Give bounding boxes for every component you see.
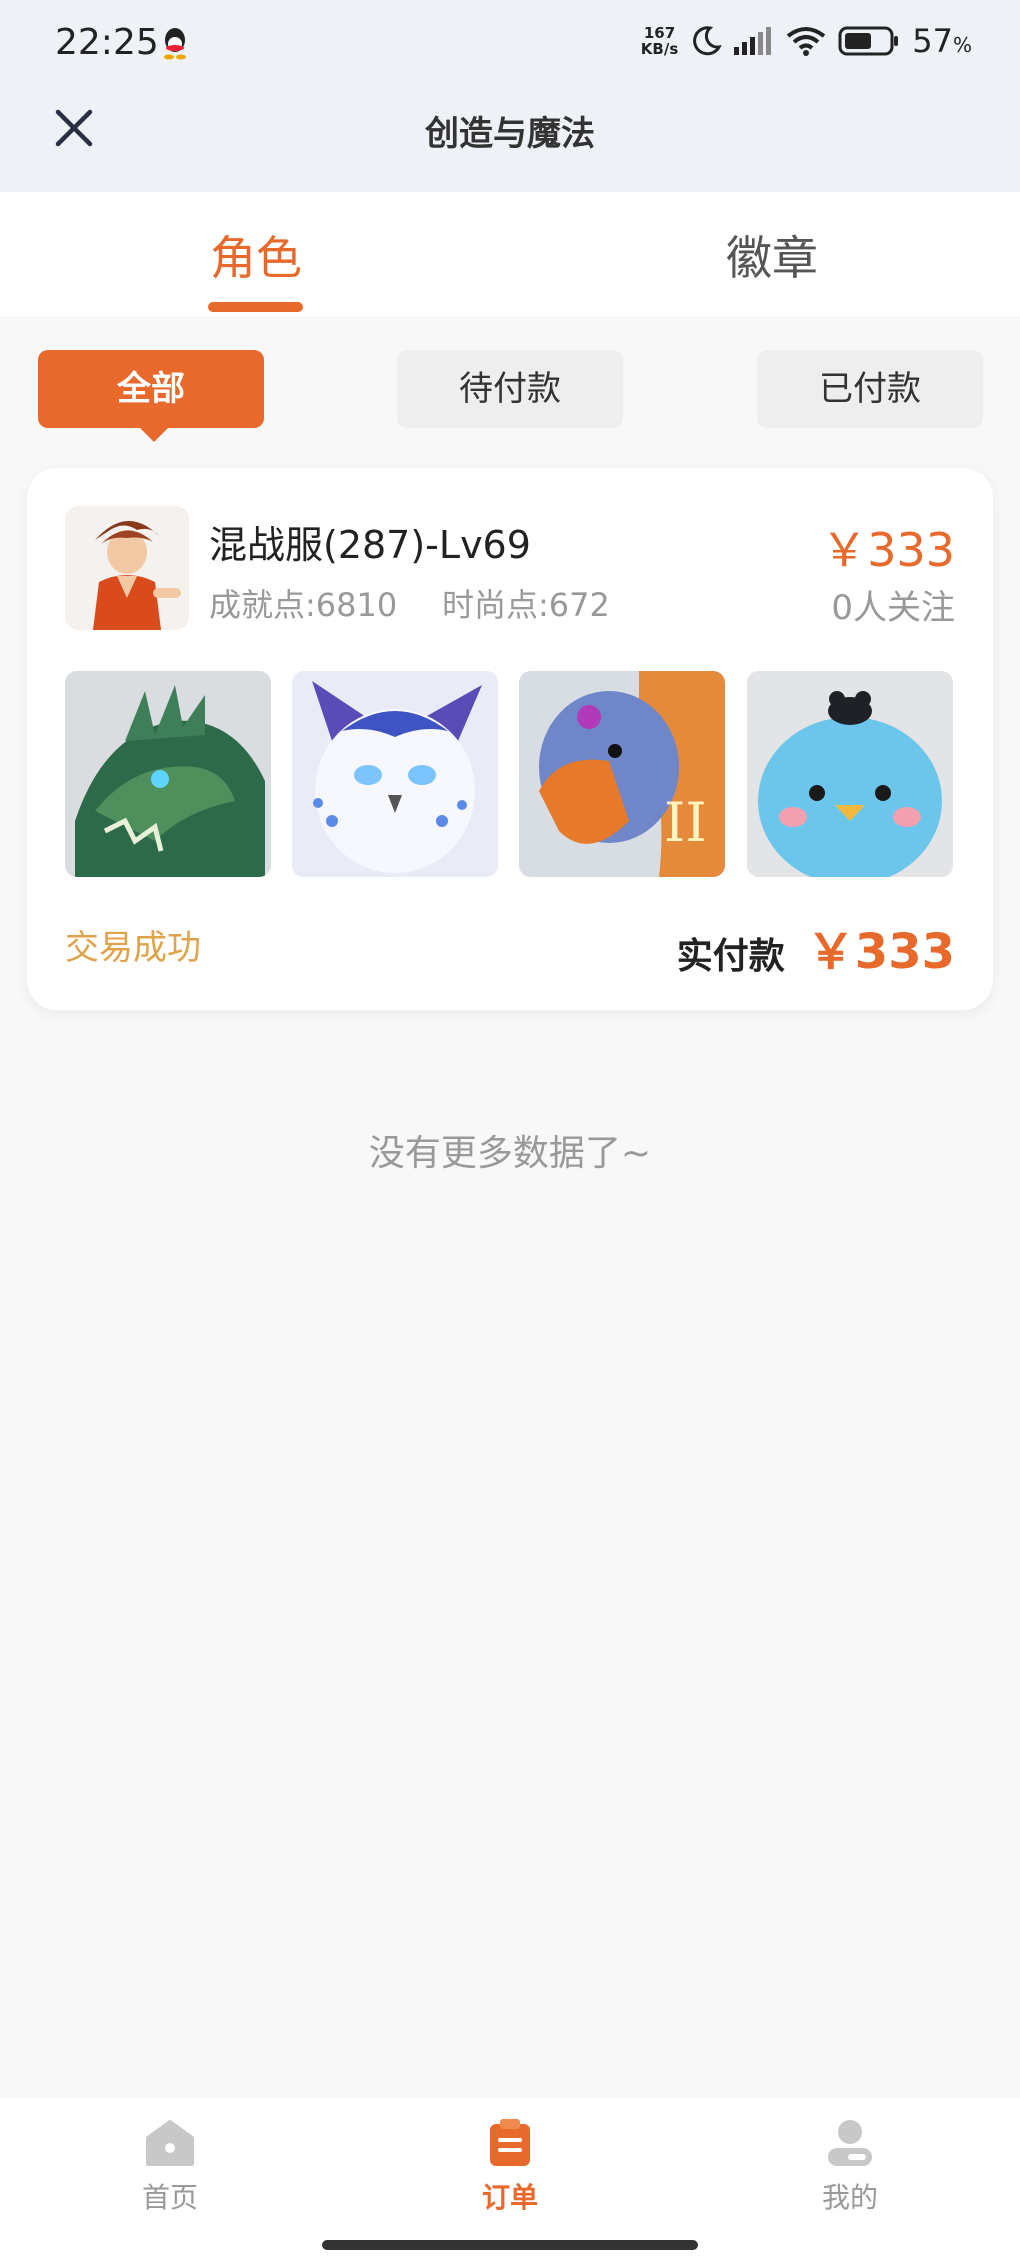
home-indicator bbox=[322, 2240, 698, 2250]
battery-percent: 57% bbox=[912, 22, 972, 60]
nav-orders[interactable]: 订单 bbox=[450, 2118, 570, 2216]
nav-mine[interactable]: 我的 bbox=[790, 2118, 910, 2216]
order-card[interactable]: 混战服(287)-Lv69 成就点:6810 时尚点:672 ￥333 0人关注 bbox=[27, 468, 993, 1010]
paid-label: 实付款 bbox=[676, 936, 785, 977]
moon-icon bbox=[693, 26, 723, 56]
pet-owl-image[interactable] bbox=[292, 671, 498, 877]
paid-summary: 实付款 ￥333 bbox=[677, 912, 955, 982]
pet-eagle-image[interactable]: II bbox=[519, 671, 725, 877]
battery-icon bbox=[838, 26, 899, 56]
filter-paid-button[interactable]: 已付款 bbox=[757, 350, 983, 428]
header: 22:25 167 KB/s 57% 创造与魔法 bbox=[0, 0, 1020, 192]
status-time: 22:25 bbox=[55, 22, 159, 63]
svg-text:II: II bbox=[664, 791, 707, 854]
paid-amount: ￥333 bbox=[806, 924, 955, 980]
filter-pending-button[interactable]: 待付款 bbox=[397, 350, 623, 428]
qq-notification-icon bbox=[164, 28, 186, 60]
tab-role[interactable]: 角色 bbox=[210, 222, 302, 288]
character-avatar bbox=[65, 506, 189, 630]
signal-icon bbox=[734, 27, 772, 55]
page-title: 创造与魔法 bbox=[425, 114, 595, 154]
tab-badge[interactable]: 徽章 bbox=[726, 222, 818, 288]
no-more-data-text: 没有更多数据了~ bbox=[368, 1133, 652, 1174]
fashion-points: 时尚点:672 bbox=[442, 586, 610, 624]
profile-icon bbox=[828, 2120, 872, 2166]
server-name: 混战服(287)-Lv69 bbox=[209, 523, 531, 567]
pet-bird-image[interactable] bbox=[747, 671, 953, 877]
listing-price: ￥333 bbox=[821, 523, 955, 577]
filter-all-button[interactable]: 全部 bbox=[38, 350, 264, 442]
home-icon bbox=[146, 2120, 194, 2166]
trade-status: 交易成功 bbox=[65, 928, 201, 968]
nav-home[interactable]: 首页 bbox=[110, 2118, 230, 2216]
status-icons: 167 KB/s 57% bbox=[641, 22, 972, 60]
category-tabs: 角色 徽章 bbox=[0, 192, 1020, 316]
tab-active-indicator bbox=[208, 302, 303, 312]
orders-icon bbox=[490, 2119, 530, 2166]
follower-count: 0人关注 bbox=[831, 588, 955, 628]
wifi-icon bbox=[787, 27, 826, 56]
net-speed: 167 KB/s bbox=[640, 24, 679, 58]
achievement-points: 成就点:6810 bbox=[209, 586, 398, 624]
pet-dragon-image[interactable] bbox=[65, 671, 271, 877]
